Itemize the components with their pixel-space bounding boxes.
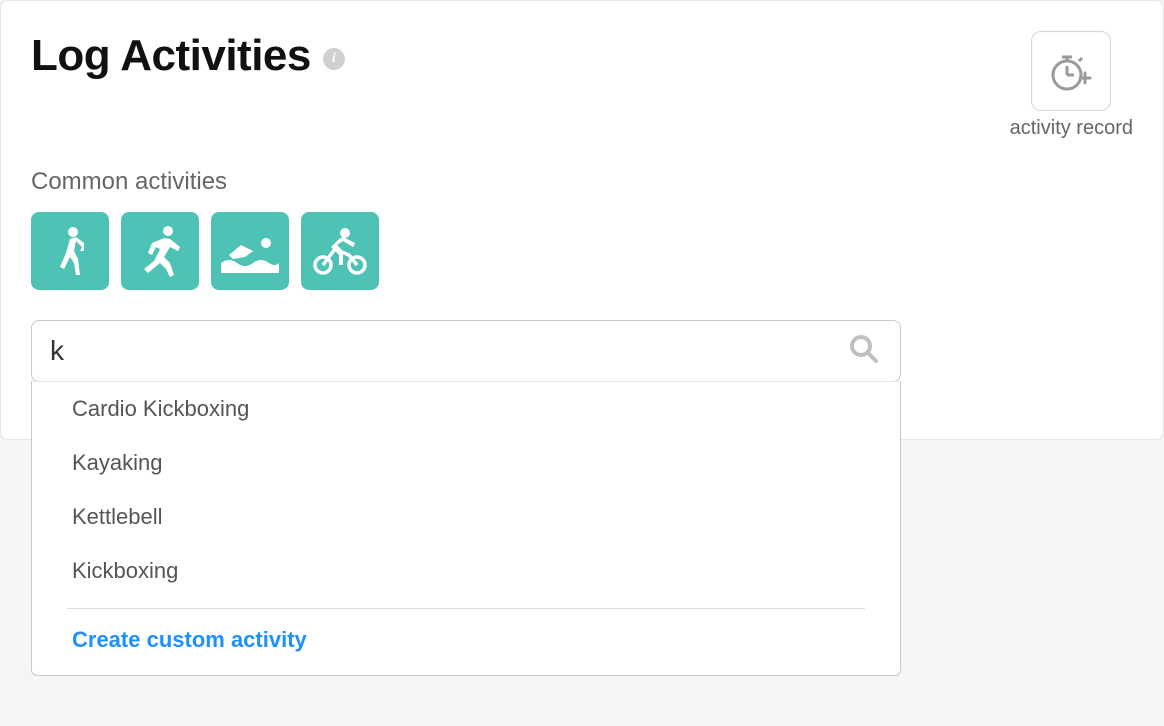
search-input[interactable] — [50, 335, 848, 367]
info-icon[interactable]: i — [323, 48, 345, 70]
activity-record-button[interactable]: activity record — [1010, 31, 1133, 140]
activity-tile-walk[interactable] — [31, 212, 109, 290]
activity-record-label: activity record — [1010, 117, 1133, 140]
suggestions-dropdown: Cardio Kickboxing Kayaking Kettlebell Ki… — [31, 381, 901, 676]
activity-tile-swim[interactable] — [211, 212, 289, 290]
suggestion-item[interactable]: Kettlebell — [32, 490, 900, 544]
stopwatch-plus-icon — [1048, 48, 1094, 94]
search-icon[interactable] — [848, 333, 880, 370]
common-activities-heading: Common activities — [31, 168, 1133, 196]
walk-icon — [46, 223, 94, 279]
swim-icon — [219, 227, 281, 275]
log-activities-panel: Log Activities i — [0, 0, 1164, 440]
suggestion-item[interactable]: Kickboxing — [32, 544, 900, 598]
suggestion-item[interactable]: Cardio Kickboxing — [32, 382, 900, 436]
suggestion-item[interactable]: Kayaking — [32, 436, 900, 490]
common-activities-row — [31, 212, 1133, 290]
run-icon — [134, 223, 186, 279]
page-title: Log Activities — [31, 31, 311, 81]
search-box[interactable] — [31, 320, 901, 382]
activity-record-tile[interactable] — [1031, 31, 1111, 111]
title-wrap: Log Activities i — [31, 31, 345, 81]
header-row: Log Activities i — [31, 31, 1133, 140]
create-custom-activity-link[interactable]: Create custom activity — [32, 613, 900, 667]
search-wrap: Cardio Kickboxing Kayaking Kettlebell Ki… — [31, 320, 901, 382]
bike-icon — [309, 225, 371, 277]
dropdown-divider — [67, 608, 865, 609]
activity-tile-bike[interactable] — [301, 212, 379, 290]
activity-tile-run[interactable] — [121, 212, 199, 290]
